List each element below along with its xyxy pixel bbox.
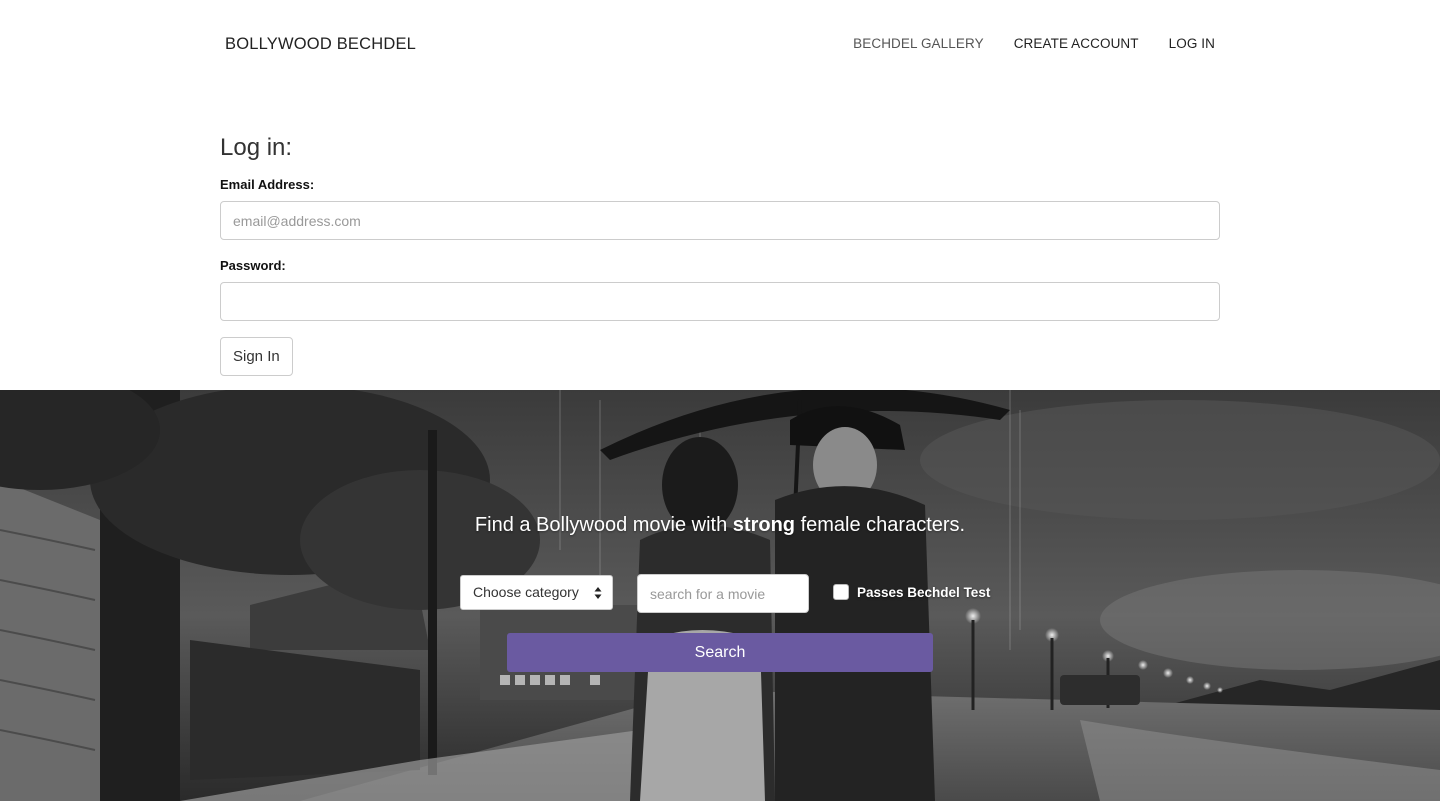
movie-search-panel: Find a Bollywood movie with strong femal… [0, 390, 1440, 801]
sign-in-button[interactable]: Sign In [220, 337, 293, 376]
bechdel-filter[interactable]: Passes Bechdel Test [833, 584, 990, 600]
nav-link-bechdel-gallery[interactable]: BECHDEL GALLERY [853, 36, 984, 51]
movie-search-input[interactable] [637, 574, 809, 613]
email-label: Email Address: [220, 177, 315, 192]
search-button[interactable]: Search [507, 633, 933, 672]
hero-tagline: Find a Bollywood movie with strong femal… [474, 514, 966, 536]
category-select-value: Choose category [473, 584, 579, 600]
category-select[interactable]: Choose category [460, 575, 613, 610]
login-form: Log in: Email Address: Password: Sign In [220, 134, 1220, 376]
password-label: Password: [220, 258, 286, 273]
passes-bechdel-checkbox[interactable] [833, 584, 849, 600]
login-title: Log in: [220, 134, 293, 161]
nav-link-create-account[interactable]: CREATE ACCOUNT [1014, 36, 1139, 51]
nav-link-log-in[interactable]: LOG IN [1169, 36, 1215, 51]
brand-link[interactable]: BOLLYWOOD BECHDEL [225, 35, 416, 54]
tagline-strong-word: strong [732, 514, 796, 536]
email-field[interactable] [220, 201, 1220, 240]
hero-section: Find a Bollywood movie with strong femal… [0, 390, 1440, 801]
passes-bechdel-label[interactable]: Passes Bechdel Test [857, 585, 990, 600]
navbar: BOLLYWOOD BECHDEL BECHDEL GALLERY CREATE… [0, 0, 1440, 90]
nav-links: BECHDEL GALLERY CREATE ACCOUNT LOG IN [853, 36, 1215, 51]
password-field[interactable] [220, 282, 1220, 321]
select-arrows-icon [594, 587, 602, 599]
